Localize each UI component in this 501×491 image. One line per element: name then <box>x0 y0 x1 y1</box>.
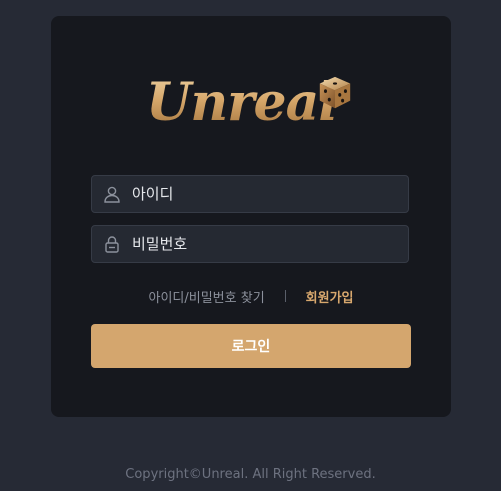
find-account-link[interactable]: 아이디/비밀번호 찾기 <box>149 287 265 306</box>
dice-icon <box>319 76 351 109</box>
login-card: Unreal 아이디 아이디/비밀번호 찾기 회원가입 로그인 <box>51 16 451 417</box>
login-button[interactable]: 로그인 <box>91 324 411 368</box>
password-field[interactable] <box>91 225 409 263</box>
brand-logo: Unreal <box>146 68 361 152</box>
footer-copyright: Copyright©Unreal. All Right Reserved. <box>125 467 376 482</box>
user-icon <box>92 175 132 213</box>
logo-text: Unreal <box>146 68 338 138</box>
id-field[interactable] <box>91 175 409 213</box>
links-divider <box>284 290 286 302</box>
signup-link[interactable]: 회원가입 <box>306 287 354 306</box>
lock-icon <box>92 225 132 263</box>
account-links: 아이디/비밀번호 찾기 회원가입 <box>51 285 451 307</box>
id-input[interactable] <box>132 179 408 209</box>
password-input[interactable] <box>132 229 408 259</box>
